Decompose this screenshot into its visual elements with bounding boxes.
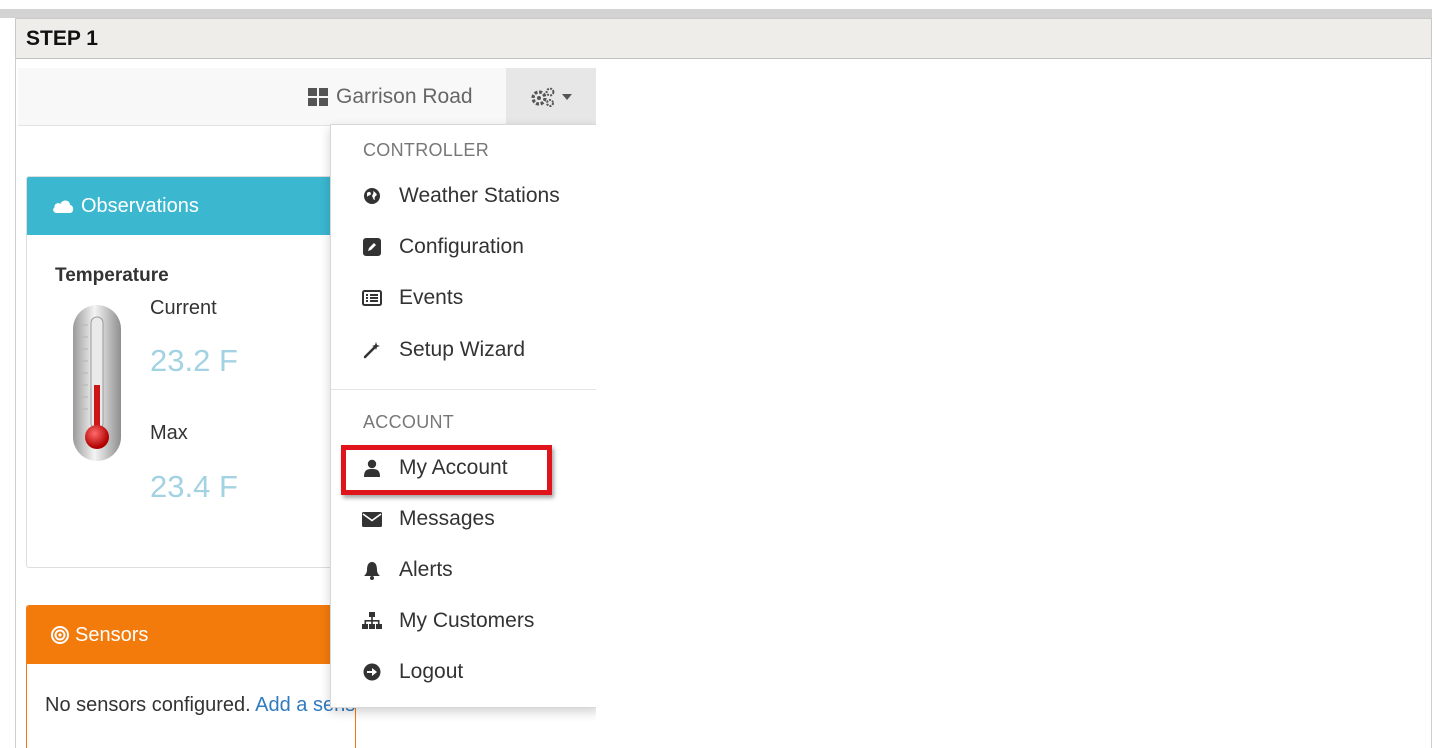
menu-item-label: Events [399,286,464,309]
menu-item-messages[interactable]: Messages [361,502,495,536]
sensors-title: Sensors [75,623,149,646]
navbar: Garrison Road [18,68,596,126]
station-name: Garrison Road [336,85,473,108]
menu-item-label: Messages [399,507,495,530]
caret-down-icon [562,94,572,100]
highlight-box-my-account [341,445,552,495]
current-temperature-value: 23.2 F [150,343,238,378]
top-bar [0,9,1432,18]
sensors-panel-header: Sensors [27,606,355,664]
menu-item-events[interactable]: Events [361,281,463,315]
menu-item-label: Setup Wizard [399,338,526,361]
no-sensors-text: No sensors configured. [45,694,251,716]
max-temperature-value: 23.4 F [150,469,238,504]
sensors-empty-message: No sensors configured. Add a sensor [45,694,355,717]
current-label: Current [150,297,217,319]
menu-item-label: Configuration [399,235,524,258]
logout-icon [361,661,383,683]
observations-panel: Observations Temperature Current 23.2 F … [26,176,356,568]
menu-divider [331,389,596,390]
edit-icon [361,236,383,258]
list-icon [361,287,383,309]
menu-item-label: Logout [399,660,464,683]
globe-icon [361,185,383,207]
menu-item-setup-wizard[interactable]: Setup Wizard [361,333,525,367]
magic-wand-icon [361,339,383,361]
envelope-icon [361,508,383,530]
menu-item-logout[interactable]: Logout [361,655,463,689]
step-header: STEP 1 [15,18,1432,59]
thermometer-icon [73,305,121,461]
station-selector[interactable]: Garrison Road [308,81,473,113]
sensors-panel: Sensors No sensors configured. Add a sen… [26,605,356,748]
observations-panel-header: Observations [27,177,355,235]
menu-item-weather-stations[interactable]: Weather Stations [361,179,560,213]
target-icon [51,626,69,644]
grid-icon [308,88,328,106]
bell-icon [361,559,383,581]
app-screenshot: Garrison Road Observations Temperature C… [18,68,596,748]
gears-icon [531,87,555,107]
controller-header: CONTROLLER [363,140,490,160]
settings-dropdown-menu: CONTROLLER Weather Stations Configuratio… [330,124,596,708]
max-label: Max [150,422,188,444]
observations-title: Observations [81,194,199,217]
step-label: STEP 1 [26,27,98,50]
cloud-icon [53,200,74,213]
account-header: ACCOUNT [363,412,455,432]
menu-item-label: My Customers [399,609,535,632]
sitemap-icon [361,610,383,632]
settings-dropdown-toggle[interactable] [506,68,596,126]
menu-item-configuration[interactable]: Configuration [361,230,524,264]
menu-item-my-customers[interactable]: My Customers [361,604,534,638]
menu-item-label: Alerts [399,558,453,581]
menu-item-alerts[interactable]: Alerts [361,553,453,587]
temperature-label: Temperature [55,265,169,286]
menu-item-label: Weather Stations [399,184,560,207]
